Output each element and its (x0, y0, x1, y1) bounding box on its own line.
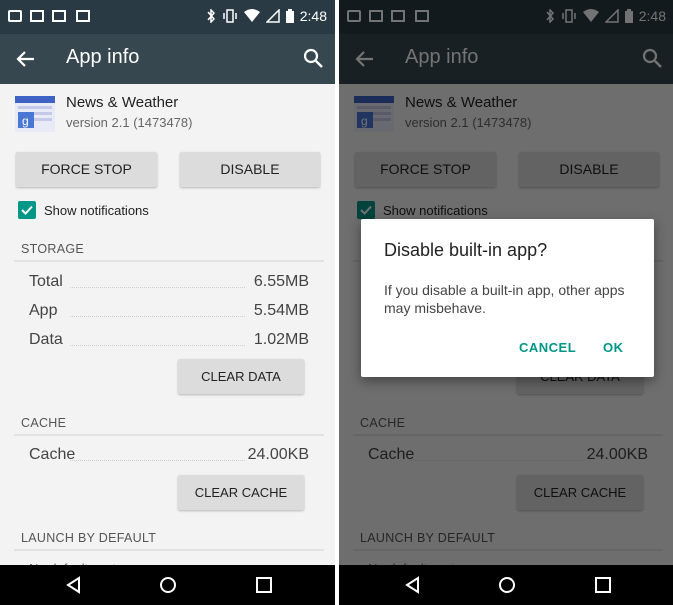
storage-total-label: Total (29, 273, 63, 290)
cache-label: Cache (29, 446, 76, 463)
status-bar: 2:48 (0, 0, 335, 34)
dotted-leader (70, 287, 245, 288)
checkbox-checked-icon (21, 205, 33, 215)
divider (14, 434, 324, 436)
navigation-bar (0, 565, 335, 605)
wifi-icon (243, 9, 260, 22)
dialog-title: Disable built-in app? (384, 240, 548, 260)
search-icon[interactable] (301, 46, 325, 70)
storage-section-header: STORAGE (21, 242, 84, 256)
storage-data-value: 1.02MB (253, 331, 309, 348)
dialog-message: If you disable a built-in app, other app… (384, 282, 625, 316)
storage-app-value: 5.54MB (253, 302, 309, 319)
image-icon (8, 10, 22, 22)
nav-recents-icon[interactable] (593, 575, 613, 595)
dotted-leader (70, 345, 245, 346)
back-arrow-icon[interactable] (14, 47, 38, 71)
status-time: 2:48 (299, 8, 327, 24)
page-title: App info (66, 46, 140, 68)
nav-recents-icon[interactable] (254, 575, 274, 595)
disable-button[interactable]: DISABLE (180, 152, 320, 187)
svg-text:g: g (22, 114, 29, 128)
navigation-bar (339, 565, 673, 605)
battery-icon (285, 9, 294, 23)
show-notifications-checkbox[interactable] (18, 201, 36, 219)
disable-label: DISABLE (220, 161, 280, 177)
app-name: News & Weather (66, 94, 179, 111)
disable-app-dialog: Disable built-in app? If you disable a b… (361, 219, 654, 377)
signal-icon (265, 9, 280, 23)
force-stop-button[interactable]: FORCE STOP (16, 152, 157, 187)
app-version: version 2.1 (1473478) (66, 115, 193, 130)
phone-screen-app-info: 2:48 App info g News & Weather version 2… (0, 0, 335, 605)
storage-app-label: App (29, 302, 58, 319)
show-notifications-label: Show notifications (44, 203, 149, 218)
force-stop-label: FORCE STOP (41, 161, 132, 177)
news-weather-app-icon: g (15, 96, 55, 132)
bluetooth-icon (207, 9, 215, 23)
clear-data-label: CLEAR DATA (201, 369, 281, 384)
vibrate-icon (223, 9, 237, 23)
divider (14, 260, 324, 262)
clear-cache-button[interactable]: CLEAR CACHE (178, 475, 304, 510)
ok-button[interactable]: OK (603, 340, 624, 355)
nav-home-icon[interactable] (497, 575, 517, 595)
app-bar: App info (0, 34, 335, 84)
clear-cache-label: CLEAR CACHE (194, 485, 288, 500)
divider (14, 549, 324, 551)
clear-data-button[interactable]: CLEAR DATA (178, 359, 304, 394)
cache-section-header: CACHE (21, 416, 67, 430)
dotted-leader (70, 316, 245, 317)
app-info-content: g News & Weather version 2.1 (1473478) F… (0, 84, 335, 569)
image-icon (30, 10, 44, 22)
dotted-leader (70, 460, 245, 461)
nav-back-icon[interactable] (403, 575, 423, 595)
status-icons: 2:48 (206, 8, 327, 24)
gmail-icon (52, 10, 66, 22)
nav-back-icon[interactable] (64, 575, 84, 595)
nav-home-icon[interactable] (158, 575, 178, 595)
storage-data-label: Data (29, 331, 63, 348)
launch-by-default-header: LAUNCH BY DEFAULT (21, 531, 157, 545)
cache-value: 24.00KB (247, 446, 309, 463)
cancel-button[interactable]: CANCEL (519, 340, 576, 355)
phone-screen-disable-dialog: 2:48 App info g News & Weather version 2… (339, 0, 673, 605)
google-plus-icon (76, 10, 90, 22)
storage-total-value: 6.55MB (253, 273, 309, 290)
